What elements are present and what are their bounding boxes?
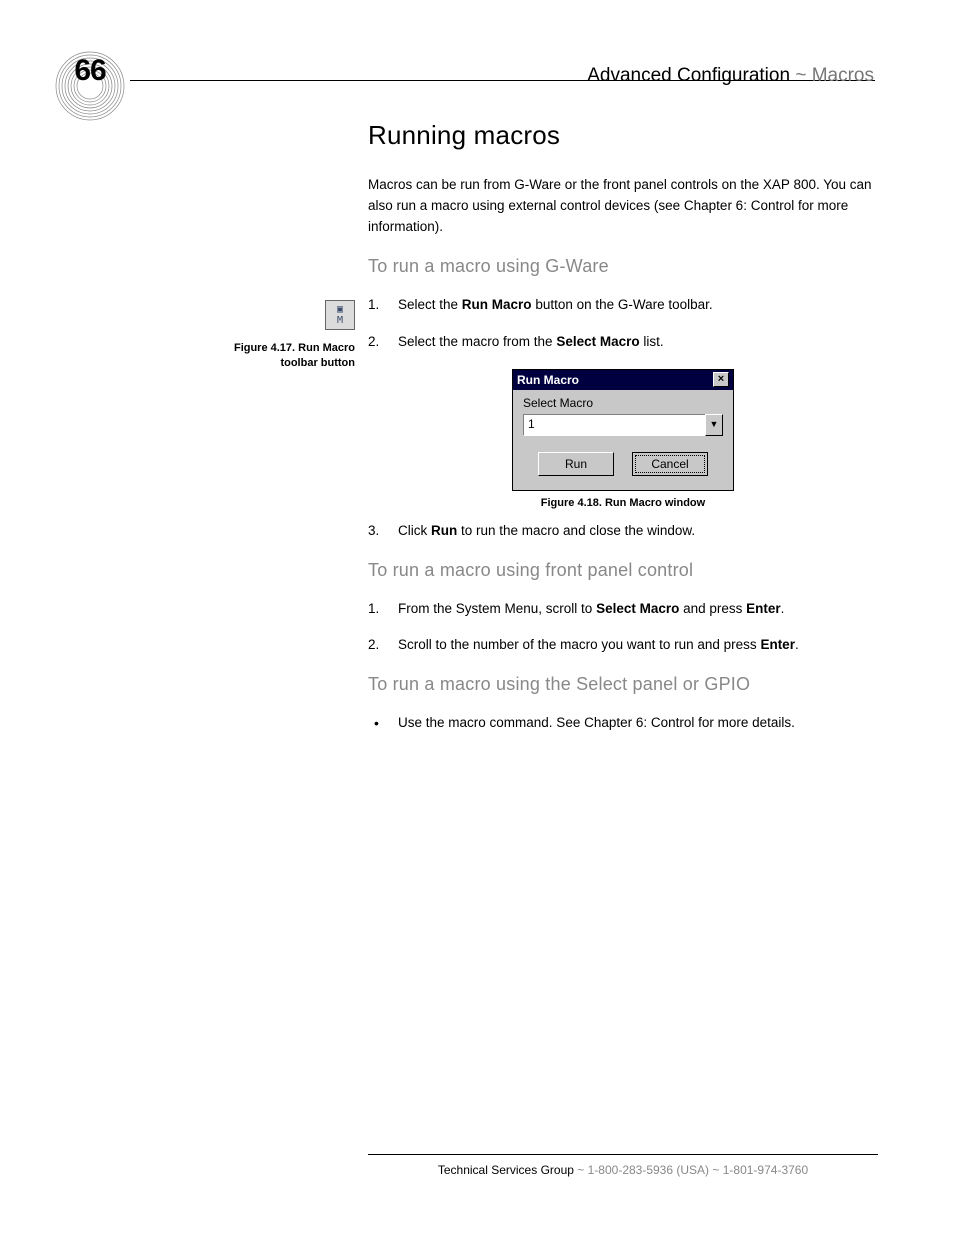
select-macro-value[interactable]: 1 <box>523 414 705 436</box>
footer-phone1: 1-800-283-5936 (USA) <box>588 1163 709 1177</box>
dialog-title: Run Macro <box>517 373 579 387</box>
heading-running-macros: Running macros <box>368 120 878 151</box>
sec1-step1: 1. Select the Run Macro button on the G-… <box>368 295 878 316</box>
sec2-step1: 1. From the System Menu, scroll to Selec… <box>368 599 878 620</box>
heading-run-select-gpio: To run a macro using the Select panel or… <box>368 674 878 695</box>
select-macro-dropdown[interactable]: 1 ▼ <box>523 414 723 436</box>
header-sub: Macros <box>812 65 874 86</box>
footer: Technical Services Group ~ 1-800-283-593… <box>368 1163 878 1177</box>
figure-4-18: Run Macro × Select Macro 1 ▼ Run Cancel <box>512 369 734 491</box>
footer-rule <box>368 1154 878 1155</box>
figure-4-18-caption: Figure 4.18. Run Macro window <box>368 497 878 509</box>
chevron-down-icon[interactable]: ▼ <box>705 414 723 436</box>
figure-4-17-caption: Figure 4.17. Run Macro toolbar button <box>215 341 355 372</box>
header-section: Advanced Configuration <box>587 65 790 86</box>
sec2-step2: 2. Scroll to the number of the macro you… <box>368 635 878 656</box>
run-button[interactable]: Run <box>538 452 614 476</box>
footer-phone2: 1-801-974-3760 <box>723 1163 808 1177</box>
page-number: 66 <box>54 54 126 88</box>
footer-group: Technical Services Group <box>438 1163 574 1177</box>
figure-4-17: ▣M Figure 4.17. Run Macro toolbar button <box>215 300 355 372</box>
intro-paragraph: Macros can be run from G-Ware or the fro… <box>368 175 878 238</box>
close-icon[interactable]: × <box>713 372 729 387</box>
header-sep: ~ <box>795 65 806 86</box>
run-macro-toolbar-icon: ▣M <box>325 300 355 330</box>
heading-run-front-panel: To run a macro using front panel control <box>368 560 878 581</box>
header-breadcrumb: Advanced Configuration ~ Macros <box>587 65 874 87</box>
heading-run-gware: To run a macro using G-Ware <box>368 256 878 277</box>
sec3-bullet: Use the macro command. See Chapter 6: Co… <box>368 713 878 734</box>
select-macro-label: Select Macro <box>523 396 723 410</box>
sec1-step3: 3. Click Run to run the macro and close … <box>368 521 878 542</box>
run-macro-dialog: Run Macro × Select Macro 1 ▼ Run Cancel <box>512 369 734 491</box>
cancel-button[interactable]: Cancel <box>632 452 708 476</box>
sec1-step2: 2. Select the macro from the Select Macr… <box>368 332 878 353</box>
